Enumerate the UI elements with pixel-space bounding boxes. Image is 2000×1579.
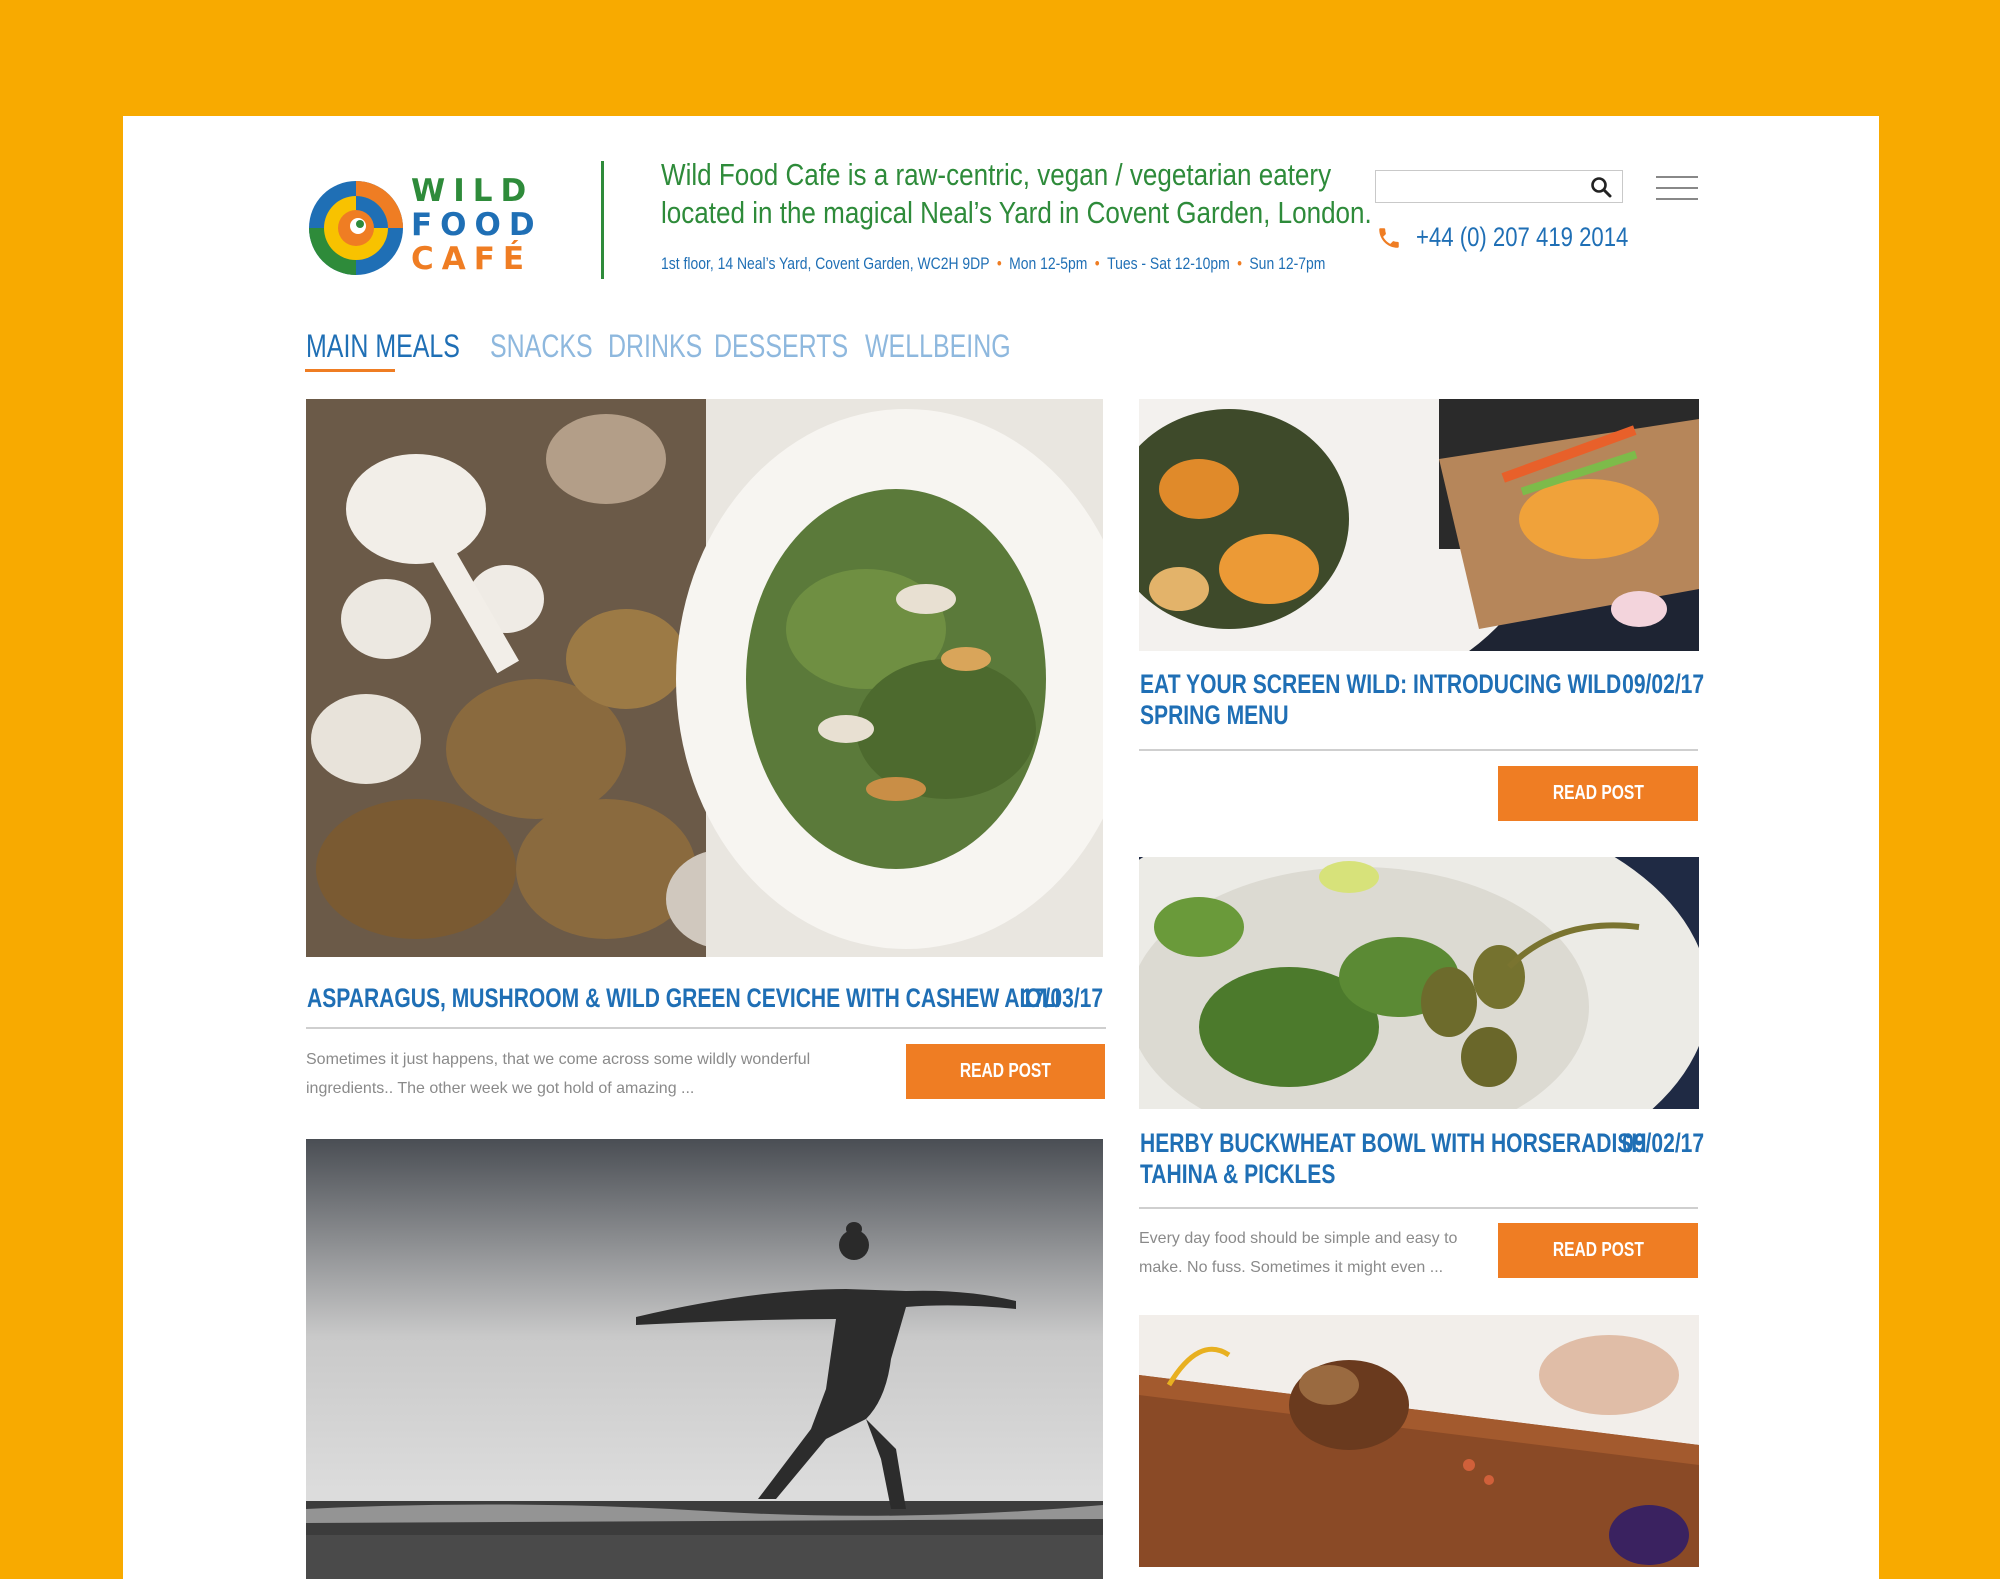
menu-line [1656,187,1698,189]
logo-line-wild: WILD [411,173,535,209]
search-icon[interactable] [1590,176,1612,198]
tab-main-meals[interactable]: MAIN MEALS [306,316,460,376]
post-title-buckwheat-bowl[interactable]: HERBY BUCKWHEAT BOWL WITH HORSERADISH TA… [1140,1128,1647,1190]
post-title-mushroom-ceviche[interactable]: ASPARAGUS, MUSHROOM & WILD GREEN CEVICHE… [307,983,1060,1014]
title-line: HERBY BUCKWHEAT BOWL WITH HORSERADISH [1140,1128,1647,1158]
phone-link[interactable]: +44 (0) 207 419 2014 [1376,222,1675,253]
phone-number: +44 (0) 207 419 2014 [1416,222,1629,252]
title-line: SPRING MENU [1140,700,1289,730]
spiral-globe-icon [309,181,403,275]
title-line: EAT YOUR SCREEN WILD: INTRODUCING WILD [1140,669,1622,699]
post-image-dessert[interactable] [1139,1315,1699,1567]
post-image-buckwheat-bowl[interactable] [1139,857,1699,1109]
page-card: WILD FOOD CAFÉ Wild Food Cafe is a raw-c… [123,116,1879,1579]
tab-wellbeing[interactable]: WELLBEING [865,316,1011,376]
separator-dot: • [1237,254,1243,273]
divider [1139,1207,1698,1209]
separator-dot: • [996,254,1002,273]
button-label: READ POST [959,1060,1052,1082]
search-box [1375,170,1623,203]
cafe-tagline: Wild Food Cafe is a raw-centric, vegan /… [661,156,1372,232]
spring-menu-photo [1139,399,1699,651]
logo-line-food: FOOD [411,207,543,243]
excerpt-line: ingredients.. The other week we got hold… [306,1080,695,1097]
read-post-button[interactable]: READ POST [1498,1223,1698,1278]
divider [306,1027,1106,1029]
address-hours: 1st floor, 14 Neal’s Yard, Covent Garden… [661,254,1325,274]
post-title-spring-menu[interactable]: EAT YOUR SCREEN WILD: INTRODUCING WILD S… [1140,669,1622,731]
buckwheat-bowl-photo [1139,857,1699,1109]
excerpt-line: Every day food should be simple and easy… [1139,1230,1458,1247]
logo-wordmark: WILD FOOD CAFÉ [411,174,543,276]
excerpt-line: Sometimes it just happens, that we come … [306,1051,811,1068]
header-divider [601,161,604,279]
search-input[interactable] [1382,171,1586,203]
post-image-yoga[interactable] [306,1139,1103,1579]
separator-dot: • [1094,254,1100,273]
divider [1139,749,1698,751]
post-excerpt: Every day food should be simple and easy… [1139,1224,1479,1282]
post-date: 17/03/17 [1021,983,1103,1013]
dessert-photo [1139,1315,1699,1567]
active-tab-indicator [305,369,395,372]
post-excerpt: Sometimes it just happens, that we come … [306,1045,866,1103]
address-text: 1st floor, 14 Neal’s Yard, Covent Garden… [661,254,990,273]
wild-food-cafe-logo[interactable]: WILD FOOD CAFÉ [306,168,536,288]
menu-line [1656,198,1698,200]
button-label: READ POST [1552,1239,1644,1261]
menu-line [1656,176,1698,178]
tagline-line-1: Wild Food Cafe is a raw-centric, vegan /… [661,157,1332,192]
read-post-button[interactable]: READ POST [1498,766,1698,821]
hours-mon: Mon 12-5pm [1009,254,1088,273]
tab-snacks[interactable]: SNACKS [490,316,593,376]
logo-line-cafe: CAFÉ [411,241,533,277]
read-post-button[interactable]: READ POST [906,1044,1105,1099]
tab-desserts[interactable]: DESSERTS [714,316,848,376]
yoga-beach-photo [306,1139,1103,1579]
mushroom-photo [306,399,1103,957]
post-image-spring-menu[interactable] [1139,399,1699,651]
title-line: TAHINA & PICKLES [1140,1159,1336,1189]
button-label: READ POST [1552,782,1644,804]
post-image-mushroom-ceviche[interactable] [306,399,1103,957]
menu-icon[interactable] [1656,176,1698,202]
hours-tue-sat: Tues - Sat 12-10pm [1107,254,1230,273]
excerpt-line: make. No fuss. Sometimes it might even .… [1139,1259,1444,1276]
hours-sun: Sun 12-7pm [1249,254,1326,273]
tagline-line-2: located in the magical Neal’s Yard in Co… [661,195,1372,230]
post-date: 09/02/17 [1622,1128,1704,1158]
tab-drinks[interactable]: DRINKS [608,316,702,376]
phone-icon [1379,227,1399,248]
post-date: 09/02/17 [1622,669,1704,699]
